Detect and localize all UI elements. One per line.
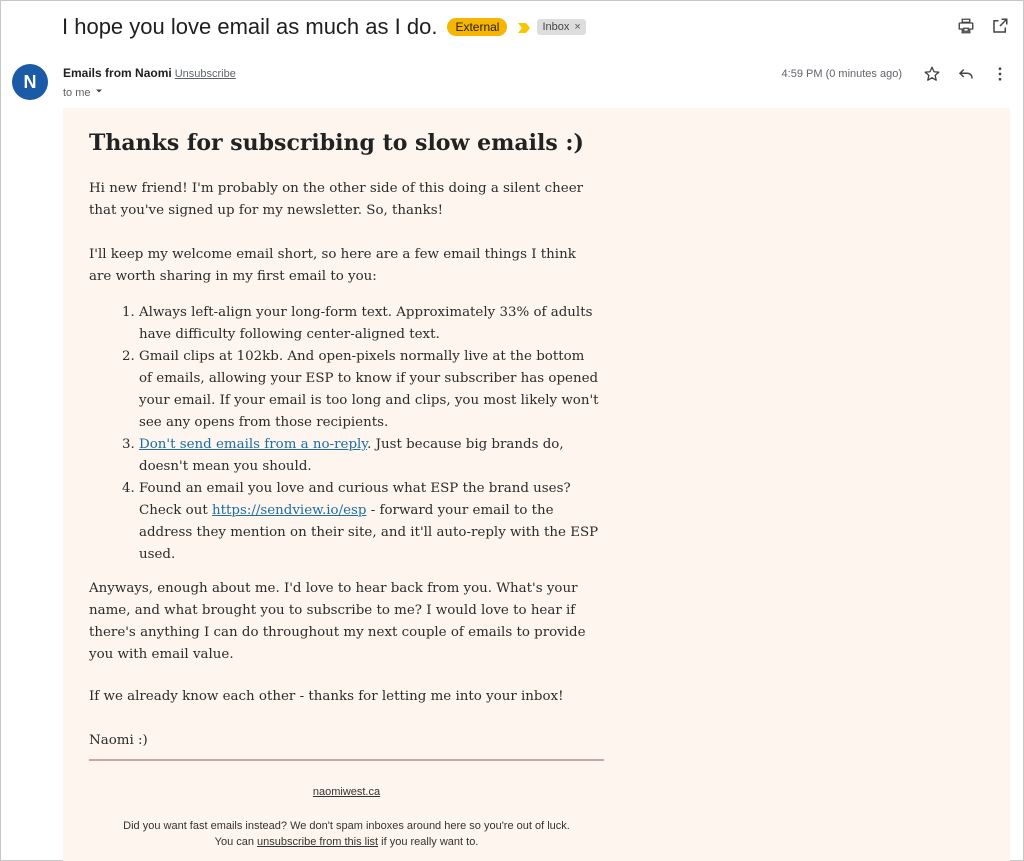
timestamp: 4:59 PM (0 minutes ago) bbox=[781, 68, 902, 80]
list-item: Always left-align your long-form text. A… bbox=[139, 302, 599, 346]
tips-intro-paragraph: I'll keep my welcome email short, so her… bbox=[89, 247, 576, 284]
top-actions bbox=[956, 16, 1010, 36]
footer-site-link[interactable]: naomiwest.ca bbox=[89, 786, 604, 798]
external-label[interactable]: External bbox=[447, 18, 508, 36]
recipient-details[interactable]: to me bbox=[63, 86, 104, 99]
footer-text: Did you want fast emails instead? We don… bbox=[123, 820, 570, 832]
remove-label-icon[interactable]: × bbox=[574, 21, 580, 33]
inbox-label[interactable]: Inbox × bbox=[537, 19, 586, 35]
list-item: Don't send emails from a no-reply. Just … bbox=[139, 434, 599, 478]
sender-row: Emails from Naomi Unsubscribe bbox=[63, 66, 236, 80]
star-icon[interactable] bbox=[922, 64, 942, 84]
footer-text: if you really want to. bbox=[378, 836, 479, 848]
email-content: Thanks for subscribing to slow emails :)… bbox=[89, 126, 609, 748]
closing-paragraph: Anyways, enough about me. I'd love to he… bbox=[89, 581, 586, 662]
footer-text: You can bbox=[214, 836, 258, 848]
list-item: Found an email you love and curious what… bbox=[139, 478, 599, 566]
subject-row: I hope you love email as much as I do. E… bbox=[62, 12, 586, 42]
no-reply-link[interactable]: Don't send emails from a no-reply bbox=[139, 437, 367, 452]
email-subject: I hope you love email as much as I do. bbox=[62, 14, 438, 39]
footer-divider bbox=[89, 759, 604, 761]
inbox-label-text: Inbox bbox=[542, 21, 570, 33]
print-icon[interactable] bbox=[956, 16, 976, 36]
footer-unsubscribe-line: You can unsubscribe from this list if yo… bbox=[89, 836, 604, 848]
message-meta: 4:59 PM (0 minutes ago) bbox=[782, 64, 1010, 84]
footer-unsubscribe-link[interactable]: unsubscribe from this list bbox=[257, 836, 378, 848]
list-item: Gmail clips at 102kb. And open-pixels no… bbox=[139, 346, 599, 434]
sender-avatar: N bbox=[12, 64, 48, 100]
inbox-thanks-paragraph: If we already know each other - thanks f… bbox=[89, 689, 564, 704]
chevron-down-icon[interactable] bbox=[94, 86, 104, 99]
reply-icon[interactable] bbox=[956, 64, 976, 84]
more-options-icon[interactable] bbox=[990, 64, 1010, 84]
unsubscribe-link[interactable]: Unsubscribe bbox=[175, 68, 236, 80]
open-in-new-window-icon[interactable] bbox=[990, 16, 1010, 36]
intro-paragraph: Hi new friend! I'm probably on the other… bbox=[89, 181, 584, 218]
email-heading: Thanks for subscribing to slow emails :) bbox=[89, 130, 584, 156]
email-body: Thanks for subscribing to slow emails :)… bbox=[63, 108, 1010, 861]
signoff: Naomi :) bbox=[89, 733, 148, 748]
recipient-text: to me bbox=[63, 86, 91, 99]
importance-marker-icon[interactable] bbox=[517, 21, 531, 33]
sendview-link[interactable]: https://sendview.io/esp bbox=[212, 503, 366, 518]
tips-list: Always left-align your long-form text. A… bbox=[89, 302, 599, 566]
sender-name[interactable]: Emails from Naomi bbox=[63, 66, 172, 80]
